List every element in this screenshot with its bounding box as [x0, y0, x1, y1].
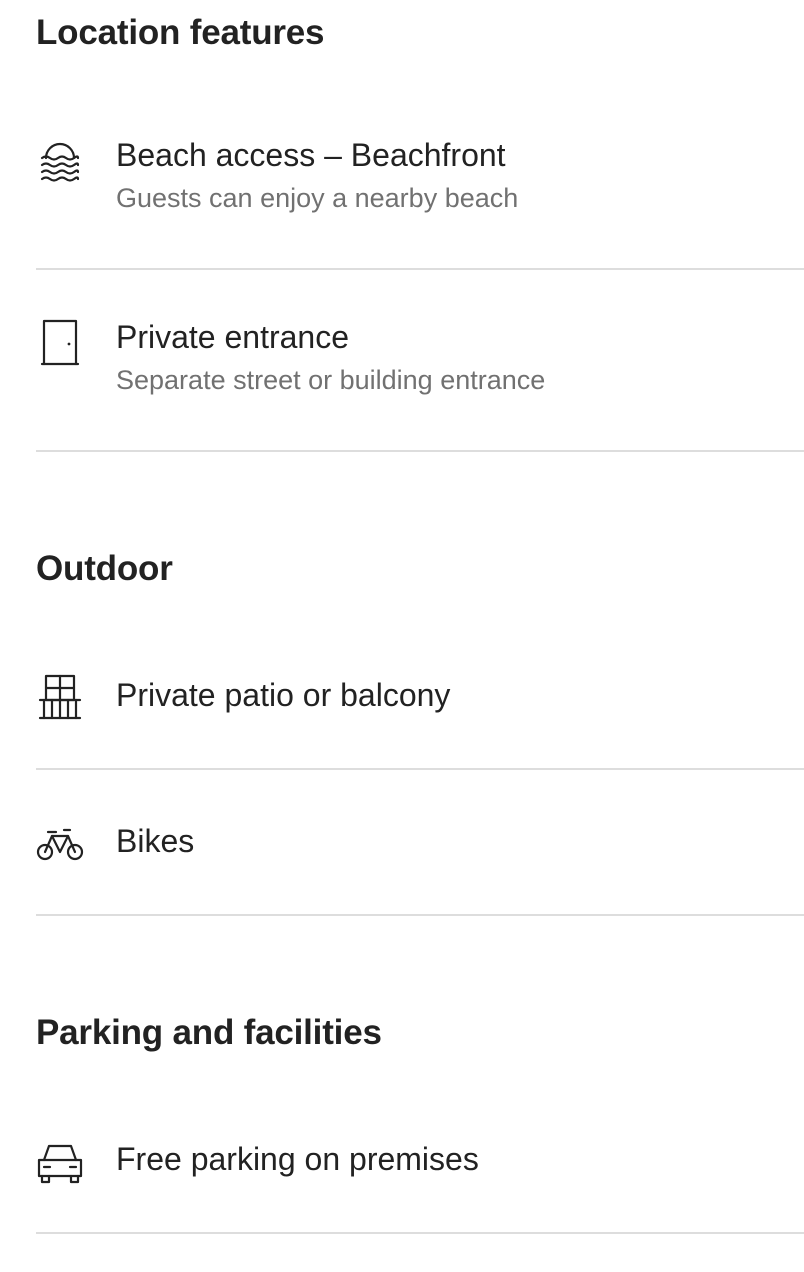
- amenity-text: Private entrance Separate street or buil…: [116, 318, 804, 397]
- car-icon: [36, 1138, 84, 1186]
- section-title-location-features: Location features: [36, 13, 325, 52]
- amenity-text: Free parking on premises: [116, 1140, 804, 1178]
- amenity-text: Bikes: [116, 822, 804, 860]
- amenity-text: Beach access – Beachfront Guests can enj…: [116, 136, 804, 215]
- amenity-label: Beach access – Beachfront: [116, 137, 506, 173]
- bike-icon: [36, 820, 84, 868]
- amenity-subtitle: Separate street or building entrance: [116, 365, 546, 396]
- amenity-private-patio: Private patio or balcony: [36, 636, 804, 770]
- amenity-private-entrance: Private entrance Separate street or buil…: [36, 270, 804, 452]
- amenity-label: Private entrance: [116, 319, 350, 355]
- amenities-page: Location features Beach access – Beachfr…: [0, 0, 804, 1272]
- amenity-label: Private patio or balcony: [116, 677, 451, 713]
- amenity-bikes: Bikes: [36, 770, 804, 916]
- door-icon: [36, 318, 84, 366]
- amenity-label: Free parking on premises: [116, 1141, 479, 1177]
- amenity-beach-access: Beach access – Beachfront Guests can enj…: [36, 100, 804, 270]
- beach-icon: [36, 136, 84, 184]
- amenity-text: Private patio or balcony: [116, 676, 804, 714]
- section-title-parking: Parking and facilities: [36, 1013, 382, 1052]
- balcony-icon: [36, 674, 84, 722]
- amenity-label: Bikes: [116, 823, 195, 859]
- section-title-outdoor: Outdoor: [36, 549, 173, 588]
- amenity-free-parking: Free parking on premises: [36, 1100, 804, 1234]
- amenity-subtitle: Guests can enjoy a nearby beach: [116, 183, 519, 214]
